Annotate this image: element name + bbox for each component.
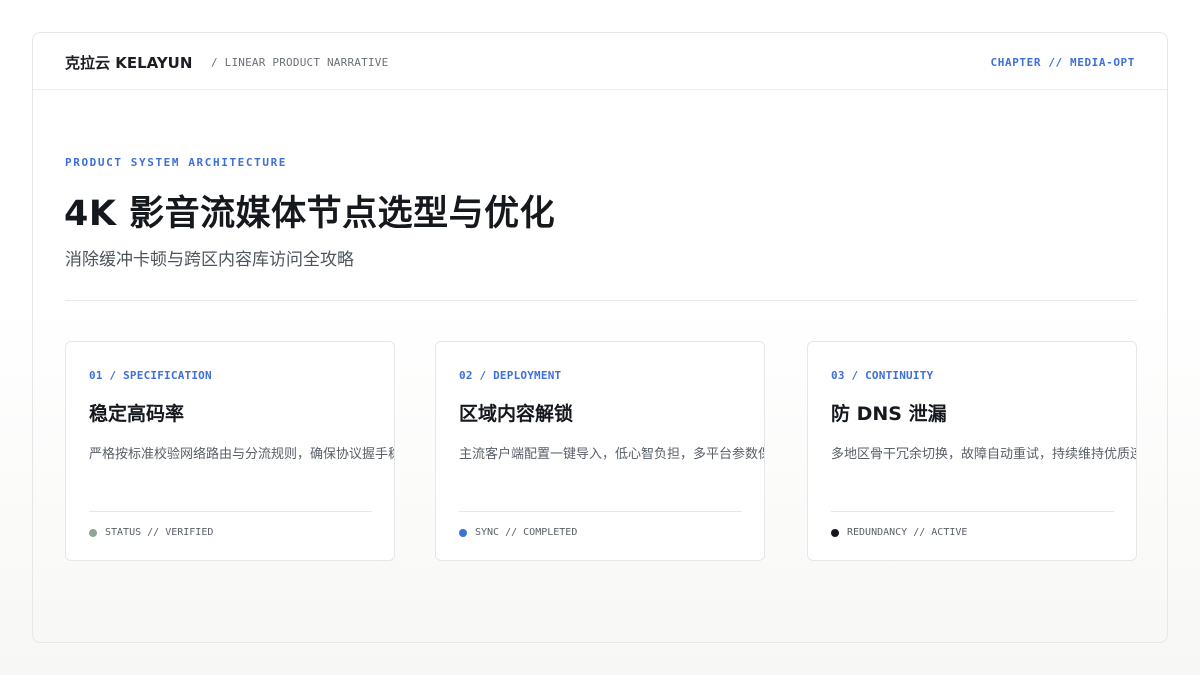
card-divider [831,511,1114,512]
card-tag: 03 / CONTINUITY [831,369,934,382]
page-subtitle: 消除缓冲卡顿与跨区内容库访问全攻略 [65,250,354,270]
section-eyebrow: PRODUCT SYSTEM ARCHITECTURE [65,156,288,169]
card-description: 主流客户端配置一键导入，低心智负担，多平台参数保持 [459,447,765,462]
page-title: 4K 影音流媒体节点选型与优化 [64,194,556,234]
card-status-text: STATUS // VERIFIED [105,527,214,538]
status-dot-icon [459,528,467,537]
section-divider [65,300,1137,301]
card-title: 防 DNS 泄漏 [831,403,947,425]
card-description: 严格按标准校验网络路由与分流规则，确保协议握手稳定 [89,447,395,462]
card-divider [89,511,372,512]
card-status: SYNC // COMPLETED [459,527,577,538]
card-divider [459,511,742,512]
status-dot-icon [831,528,839,537]
feature-card-deployment: 02 / DEPLOYMENT 区域内容解锁 主流客户端配置一键导入，低心智负担… [435,341,765,561]
card-title: 稳定高码率 [89,403,185,425]
brand-name: 克拉云 KELAYUN [65,54,193,72]
chapter-label: CHAPTER // MEDIA-OPT [990,56,1135,69]
card-title: 区域内容解锁 [459,403,574,425]
card-status-text: REDUNDANCY // ACTIVE [847,527,968,538]
card-description: 多地区骨干冗余切换，故障自动重试，持续维持优质连接体验 [831,447,1136,462]
feature-card-continuity: 03 / CONTINUITY 防 DNS 泄漏 多地区骨干冗余切换，故障自动重… [807,341,1137,561]
card-status: REDUNDANCY // ACTIVE [831,527,967,538]
narrative-label: / LINEAR PRODUCT NARRATIVE [211,56,389,69]
feature-card-specification: 01 / SPECIFICATION 稳定高码率 严格按标准校验网络路由与分流规… [65,341,395,561]
card-tag: 01 / SPECIFICATION [89,369,212,382]
card-status-text: SYNC // COMPLETED [475,527,578,538]
card-status: STATUS // VERIFIED [89,527,213,538]
status-dot-icon [89,528,97,537]
card-tag: 02 / DEPLOYMENT [459,369,562,382]
top-bar: 克拉云 KELAYUN / LINEAR PRODUCT NARRATIVE C… [33,33,1167,90]
presentation-frame: 克拉云 KELAYUN / LINEAR PRODUCT NARRATIVE C… [32,32,1168,643]
